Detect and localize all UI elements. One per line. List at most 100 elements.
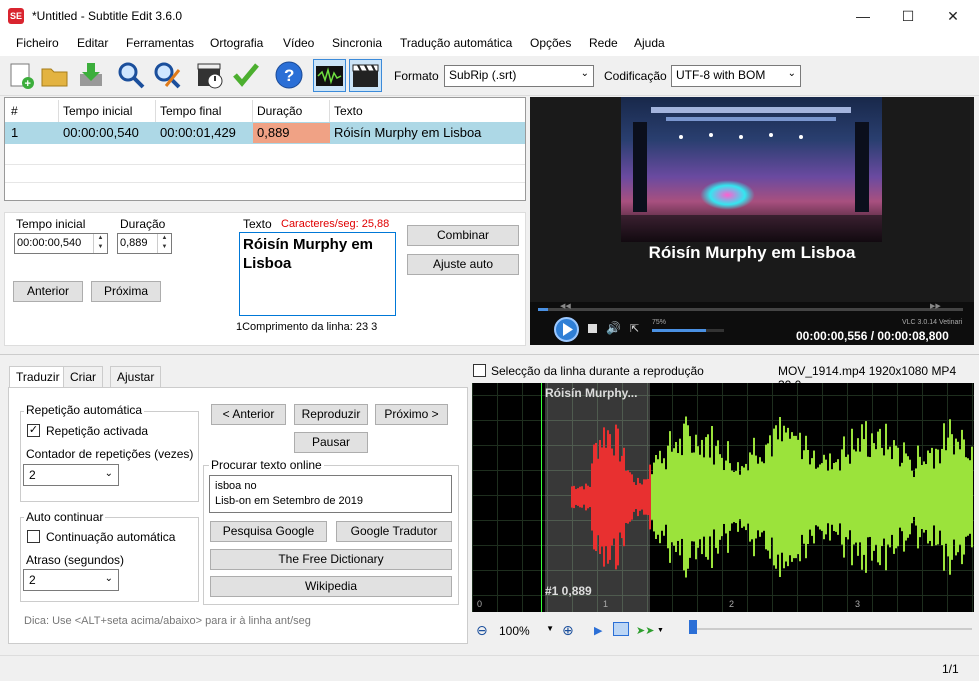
menu-sync[interactable]: Sincronia (332, 36, 382, 50)
column-number[interactable]: # (7, 100, 59, 122)
help-icon[interactable]: ? (274, 60, 304, 90)
spinner-arrows-icon[interactable]: ▲ ▼ (93, 234, 107, 253)
save-icon[interactable] (76, 60, 106, 90)
fast-forward-icon[interactable]: ▶▶ (930, 302, 941, 310)
play-icon[interactable]: ▶ (594, 624, 602, 637)
row-duration: 0,889 (253, 123, 330, 143)
open-folder-icon[interactable] (40, 60, 70, 90)
next-arrows-icon[interactable]: ➤➤ (636, 624, 654, 637)
waveform[interactable]: Róisín Murphy... #1 0,889 0 1 2 3 (472, 383, 974, 612)
close-button[interactable]: ✕ (930, 0, 976, 32)
play-button[interactable] (554, 317, 579, 342)
table-row[interactable]: 1 00:00:00,540 00:00:01,429 0,889 Róisín… (5, 122, 525, 144)
encoding-value: UTF-8 with BOM (676, 68, 766, 82)
spinner-arrows-icon[interactable]: ▲ ▼ (157, 234, 171, 253)
subtitle-grid[interactable]: # Tempo inicial Tempo final Duração Text… (4, 97, 526, 201)
menu-auto-translate[interactable]: Tradução automática (400, 36, 512, 50)
chars-per-second: Caracteres/seg: 25,88 (281, 218, 390, 230)
time-tick: 1 (603, 599, 609, 609)
google-translate-button[interactable]: Google Tradutor (336, 521, 452, 542)
spell-check-icon[interactable] (231, 60, 261, 90)
continue-checkbox[interactable] (27, 530, 40, 543)
vlc-controls: ◀◀ ▶▶ 🔊 ⇱ 75% VLC 3.0.14 Vetinari 00:00:… (530, 302, 974, 345)
grid-view-icon[interactable] (613, 622, 629, 636)
app-icon: SE (8, 8, 24, 24)
auto-continue-title: Auto continuar (24, 510, 106, 524)
wikipedia-button[interactable]: Wikipedia (210, 576, 452, 597)
repeat-checkbox[interactable]: ✓ (27, 424, 40, 437)
menu-tools[interactable]: Ferramentas (126, 36, 194, 50)
column-duration[interactable]: Duração (253, 100, 330, 122)
svg-text:+: + (25, 78, 31, 90)
repeat-count-value: 2 (29, 468, 36, 482)
volume-icon[interactable]: 🔊 (606, 321, 621, 335)
menu-help[interactable]: Ajuda (634, 36, 665, 50)
position-slider[interactable] (690, 628, 972, 630)
menu-video[interactable]: Vídeo (283, 36, 314, 50)
start-time-input[interactable]: 00:00:00,540 ▲ ▼ (14, 233, 108, 254)
continue-auto-label: Continuação automática (46, 530, 176, 544)
row-end-time: 00:00:01,429 (160, 125, 236, 140)
maximize-button[interactable]: ☐ (885, 0, 931, 32)
encoding-select[interactable]: UTF-8 with BOM ⌄ (671, 65, 801, 87)
zoom-value: 100% (499, 624, 530, 638)
google-search-button[interactable]: Pesquisa Google (210, 521, 327, 542)
find-icon[interactable] (116, 60, 146, 90)
tab-adjust[interactable]: Ajustar (110, 366, 162, 387)
format-value: SubRip (.srt) (449, 68, 517, 82)
zoom-in-icon[interactable]: ⊕ (562, 622, 574, 639)
column-text[interactable]: Texto (330, 100, 525, 122)
replace-icon[interactable] (152, 60, 182, 90)
row-start-time: 00:00:00,540 (63, 125, 139, 140)
fullscreen-icon[interactable]: ⇱ (630, 322, 639, 335)
minimize-button[interactable]: — (840, 0, 886, 32)
tab-translate[interactable]: Traduzir (9, 366, 67, 387)
rewind-icon[interactable]: ◀◀ (560, 302, 571, 310)
subtitle-text-input[interactable]: Róisín Murphy em Lisboa (239, 232, 396, 316)
format-select[interactable]: SubRip (.srt) ⌄ (444, 65, 594, 87)
visual-sync-icon[interactable] (195, 60, 225, 90)
tab-create[interactable]: Criar (63, 366, 103, 387)
menu-options[interactable]: Opções (530, 36, 571, 50)
seek-bar[interactable] (538, 308, 963, 311)
play-line-button[interactable]: Reproduzir (294, 404, 368, 425)
window-title: *Untitled - Subtitle Edit 3.6.0 (32, 9, 183, 23)
zoom-out-icon[interactable]: ⊖ (476, 622, 488, 639)
menu-spelling[interactable]: Ortografia (210, 36, 263, 50)
combine-button[interactable]: Combinar (407, 225, 519, 246)
column-start-time[interactable]: Tempo inicial (59, 100, 156, 122)
next-button[interactable]: Próxima (91, 281, 161, 302)
stop-icon[interactable] (588, 324, 597, 333)
auto-adjust-button[interactable]: Ajuste auto (407, 254, 519, 275)
duration-input[interactable]: 0,889 ▲ ▼ (117, 233, 172, 254)
menu-network[interactable]: Rede (589, 36, 618, 50)
playhead[interactable] (541, 383, 542, 612)
volume-slider[interactable] (652, 329, 724, 332)
volume-percent: 75% (652, 319, 667, 326)
repeat-count-select[interactable]: 2 ⌄ (23, 464, 119, 486)
next-line-button[interactable]: Próximo > (375, 404, 448, 425)
video-toggle-icon[interactable] (349, 59, 382, 92)
select-line-checkbox[interactable] (473, 364, 486, 377)
delay-value: 2 (29, 573, 36, 587)
time-tick: 0 (477, 599, 483, 609)
free-dictionary-button[interactable]: The Free Dictionary (210, 549, 452, 570)
stage-light (700, 180, 755, 210)
text-label: Texto (243, 217, 272, 231)
video-time: 00:00:00,556 / 00:00:08,800 (796, 329, 949, 343)
delay-select[interactable]: 2 ⌄ (23, 569, 119, 591)
menu-file[interactable]: Ficheiro (16, 36, 59, 50)
search-text-box[interactable]: isboa no Lisb-on em Setembro de 2019 (209, 475, 452, 513)
position-slider-thumb[interactable] (689, 620, 697, 634)
pause-button[interactable]: Pausar (294, 432, 368, 453)
new-file-icon[interactable]: + (6, 60, 36, 90)
vlc-version: VLC 3.0.14 Vetinari (902, 319, 963, 326)
previous-line-button[interactable]: < Anterior (211, 404, 286, 425)
previous-button[interactable]: Anterior (13, 281, 83, 302)
menu-edit[interactable]: Editar (77, 36, 108, 50)
dropdown-icon[interactable]: ▼ (657, 627, 664, 634)
waveform-toggle-icon[interactable] (313, 59, 346, 92)
column-end-time[interactable]: Tempo final (156, 100, 253, 122)
volume-fill (652, 329, 706, 332)
zoom-select[interactable]: 100% ▼ (496, 621, 556, 641)
